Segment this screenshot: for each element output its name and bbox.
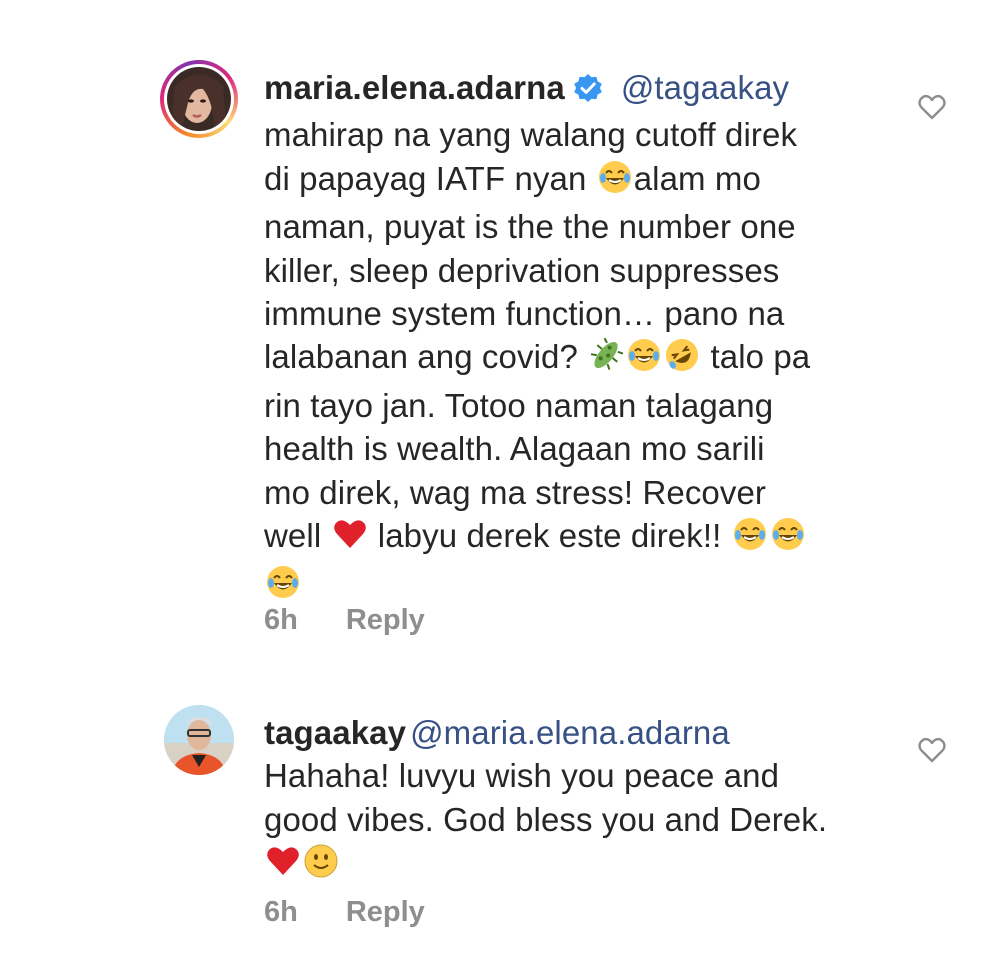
comment-username[interactable]: tagaakay — [264, 714, 406, 751]
comment-text: well — [264, 517, 331, 555]
comment-text: mo direk, wag ma stress! Recover — [264, 473, 767, 511]
comment-mention[interactable]: @tagaakay — [621, 69, 789, 106]
face-with-tears-of-joy-icon — [732, 516, 768, 562]
reply-button[interactable]: Reply — [346, 604, 425, 636]
comment-text: di papayag IATF nyan — [264, 159, 596, 197]
avatar[interactable] — [160, 60, 238, 138]
comment-text: talo pa — [701, 338, 811, 376]
comment-text: mahirap na yang walang cutoff direk — [264, 116, 798, 154]
comment-body: tagaakay @maria.elena.adarna Hahaha! luvy… — [264, 711, 904, 890]
red-heart-icon — [265, 843, 301, 889]
face-with-tears-of-joy-icon — [626, 337, 662, 383]
comment-text: lalabanan ang covid? — [264, 338, 588, 376]
comment-text: killer, sleep deprivation suppresses — [264, 251, 780, 289]
face-with-tears-of-joy-icon — [770, 516, 806, 562]
comment-body: maria.elena.adarna @tagaakay mahirap na y… — [264, 66, 904, 611]
comment-text: rin tayo jan. Totoo naman talagang — [264, 386, 774, 424]
comment-text: health is wealth. Alagaan mo sarili — [264, 430, 765, 468]
comment-username[interactable]: maria.elena.adarna — [264, 69, 565, 106]
verified-badge-icon — [573, 70, 603, 113]
comment-timestamp: 6h — [264, 604, 298, 636]
heart-outline-icon[interactable] — [918, 94, 946, 120]
heart-outline-icon[interactable] — [918, 737, 946, 763]
slightly-smiling-face-icon — [303, 843, 339, 889]
microbe-icon — [588, 337, 624, 383]
comment-meta: 6h Reply — [264, 896, 425, 929]
comment-text: labyu derek este direk!! — [368, 517, 731, 555]
rolling-on-floor-laughing-icon — [664, 337, 700, 383]
comment-timestamp: 6h — [264, 896, 298, 928]
avatar-photo — [167, 67, 231, 131]
face-with-tears-of-joy-icon — [597, 159, 633, 205]
comment-text: naman, puyat is the the number one — [264, 208, 796, 246]
comment-text: immune system function… pano na — [264, 295, 785, 333]
comment-text: Hahaha! luvyu wish you peace and — [264, 757, 780, 795]
comment-meta: 6h Reply — [264, 604, 425, 637]
avatar-photo — [164, 705, 234, 775]
comment-text: good vibes. God bless you and Derek. — [264, 800, 828, 838]
reply-button[interactable]: Reply — [346, 896, 425, 928]
avatar[interactable] — [164, 705, 234, 775]
red-heart-icon — [332, 516, 368, 562]
comment-mention[interactable]: @maria.elena.adarna — [410, 714, 730, 751]
comment-text: alam mo — [633, 159, 761, 197]
